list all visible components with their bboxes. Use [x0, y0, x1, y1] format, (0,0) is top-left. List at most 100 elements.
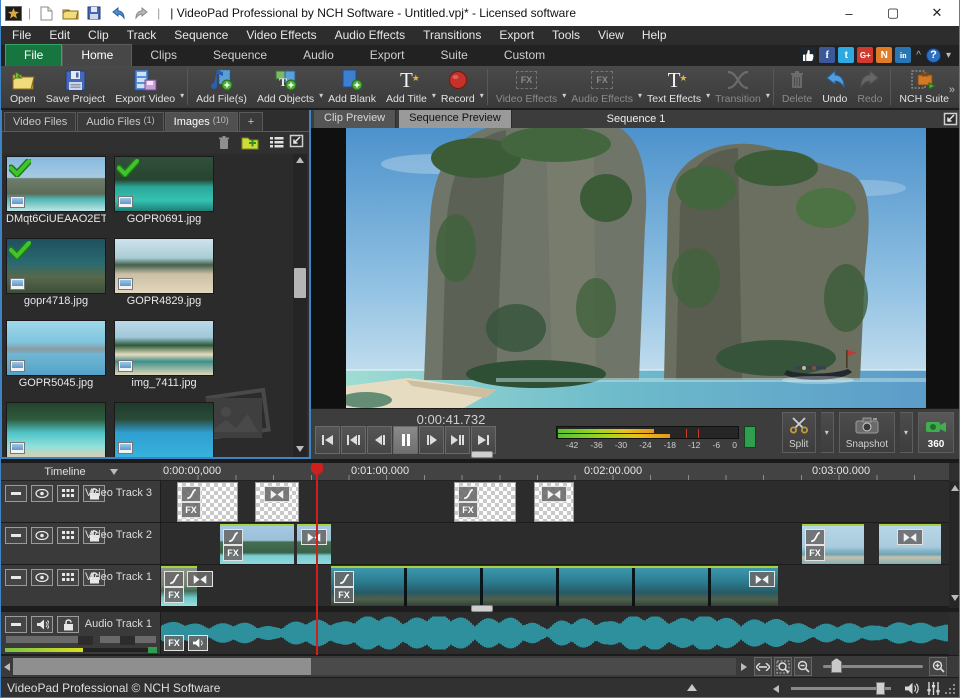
camera-360-button[interactable]: 360	[918, 412, 954, 453]
pan-slider[interactable]	[99, 635, 157, 645]
collapse-track-icon[interactable]	[5, 616, 27, 633]
add-folder-icon[interactable]	[239, 134, 261, 152]
collapse-ribbon-icon[interactable]: ^	[914, 50, 923, 61]
transition-icon[interactable]	[541, 486, 567, 502]
fx-badge[interactable]: FX	[181, 502, 201, 518]
step-forward-button[interactable]	[419, 426, 444, 454]
media-thumbnail[interactable]: gopr4718.jpg	[6, 238, 106, 307]
zoom-selection-icon[interactable]	[774, 657, 792, 676]
volume-slider-thumb[interactable]	[78, 636, 93, 645]
expand-panel-icon[interactable]	[687, 684, 697, 691]
timeline-clip[interactable]	[297, 524, 331, 564]
close-button[interactable]: ✕	[915, 0, 959, 26]
pan-slider-thumb[interactable]	[120, 636, 135, 645]
timeline-header[interactable]: Timeline	[1, 463, 161, 481]
timeline-clip[interactable]: FX	[454, 482, 516, 522]
audio-volume-badge[interactable]	[188, 635, 208, 651]
add-objects-button[interactable]: T Add Objects	[252, 66, 319, 108]
help-icon[interactable]: ?	[925, 47, 941, 63]
nch-suite-button[interactable]: NCH Suite	[894, 66, 954, 108]
tab-export[interactable]: Export	[352, 45, 423, 66]
twitter-icon[interactable]: t	[838, 47, 855, 63]
record-dropdown[interactable]: ▾	[480, 91, 484, 100]
menu-item-sequence[interactable]: Sequence	[165, 26, 237, 45]
mute-track-icon[interactable]	[31, 616, 53, 633]
video-effects-button[interactable]: FX Video Effects	[491, 66, 563, 108]
speaker-icon[interactable]	[904, 682, 919, 698]
lock-track-icon[interactable]	[57, 616, 79, 633]
add-blank-button[interactable]: Add Blank	[323, 66, 381, 108]
transition-icon[interactable]	[749, 571, 775, 587]
media-thumbnail[interactable]: GOPR4829.jpg	[114, 238, 214, 307]
media-thumbnail[interactable]: GOPR5045.jpg	[6, 320, 106, 389]
menu-item-edit[interactable]: Edit	[40, 26, 79, 45]
split-button[interactable]: Split	[781, 412, 816, 453]
add-files-button[interactable]: Add File(s)	[191, 66, 252, 108]
next-clip-button[interactable]	[445, 426, 470, 454]
redo-button[interactable]: Redo	[852, 66, 887, 108]
timeline-ruler[interactable]: 0:00:00,000 0:01:00.000 0:02:00.000 0:03:00…	[161, 463, 949, 481]
audio-fx-badge[interactable]: FX	[164, 635, 184, 651]
scroll-left-icon[interactable]	[1, 658, 13, 675]
track-options-icon[interactable]	[57, 569, 79, 586]
media-scrollbar[interactable]	[293, 154, 307, 457]
open-button[interactable]: Open	[5, 66, 41, 108]
save-project-button[interactable]: Save Project	[41, 66, 111, 108]
timeline-clip[interactable]: FX	[802, 524, 864, 564]
master-volume-thumb[interactable]	[876, 682, 885, 695]
menu-item-help[interactable]: Help	[633, 26, 676, 45]
timeline-clip[interactable]: FX	[331, 566, 778, 606]
snapshot-button[interactable]: Snapshot	[838, 412, 895, 453]
playhead-line[interactable]	[316, 463, 318, 655]
menu-item-track[interactable]: Track	[118, 26, 166, 45]
help-dropdown-icon[interactable]: ▾	[944, 50, 953, 61]
menu-item-export[interactable]: Export	[490, 26, 543, 45]
scroll-right-icon[interactable]	[738, 658, 750, 675]
export-video-button[interactable]: Export Video	[110, 66, 180, 108]
fx-badge[interactable]: FX	[223, 545, 243, 561]
list-view-icon[interactable]	[265, 134, 287, 152]
track-visibility-icon[interactable]	[31, 527, 53, 544]
text-effects-button[interactable]: T ★ Text Effects	[642, 66, 706, 108]
export-video-dropdown[interactable]: ▾	[180, 91, 184, 100]
mixer-icon[interactable]	[926, 682, 941, 698]
toolbar-overflow-icon[interactable]: »	[949, 84, 955, 96]
scroll-down-icon[interactable]	[296, 446, 304, 452]
redo-icon[interactable]	[133, 5, 151, 21]
media-scrollbar-thumb[interactable]	[294, 268, 306, 298]
previous-clip-button[interactable]	[341, 426, 366, 454]
linkedin-icon[interactable]: in	[895, 47, 912, 63]
media-thumbnail[interactable]: img_7411.jpg	[114, 320, 214, 389]
menu-item-tools[interactable]: Tools	[543, 26, 589, 45]
timeline-clip[interactable]: FX	[177, 482, 238, 522]
timeline-resize-grip[interactable]	[471, 605, 493, 612]
delete-button[interactable]: Delete	[777, 66, 817, 108]
track-lane[interactable]: FX FX	[161, 523, 949, 565]
tab-clips[interactable]: Clips	[132, 45, 195, 66]
tab-video-files[interactable]: Video Files	[4, 112, 77, 131]
timeline-clip[interactable]	[255, 482, 299, 522]
tab-custom[interactable]: Custom	[486, 45, 563, 66]
menu-item-transitions[interactable]: Transitions	[414, 26, 490, 45]
tab-home[interactable]: Home	[62, 44, 133, 66]
fade-curve-icon[interactable]	[223, 529, 243, 545]
zoom-fit-icon[interactable]	[754, 657, 772, 676]
hscroll-thumb[interactable]	[13, 658, 311, 675]
zoom-out-icon[interactable]	[794, 657, 812, 676]
menu-item-video-effects[interactable]: Video Effects	[237, 26, 325, 45]
undo-button[interactable]: Undo	[817, 66, 852, 108]
fade-curve-icon[interactable]	[334, 571, 354, 587]
timeline-vscrollbar[interactable]	[949, 481, 959, 608]
timeline-clip[interactable]	[534, 482, 574, 522]
panel-resize-grip[interactable]	[471, 451, 493, 458]
add-title-button[interactable]: T ★ Add Title	[381, 66, 432, 108]
tab-audio-files[interactable]: Audio Files (1)	[77, 112, 164, 131]
fx-badge[interactable]: FX	[164, 587, 184, 603]
tab-sequence[interactable]: Sequence	[195, 45, 285, 66]
like-icon[interactable]	[800, 47, 817, 63]
audio-effects-button[interactable]: FX Audio Effects	[566, 66, 638, 108]
menu-item-file[interactable]: File	[3, 26, 40, 45]
timeline-clip[interactable]: FX	[220, 524, 294, 564]
nch-icon[interactable]: N	[876, 47, 893, 63]
fade-curve-icon[interactable]	[458, 486, 478, 502]
